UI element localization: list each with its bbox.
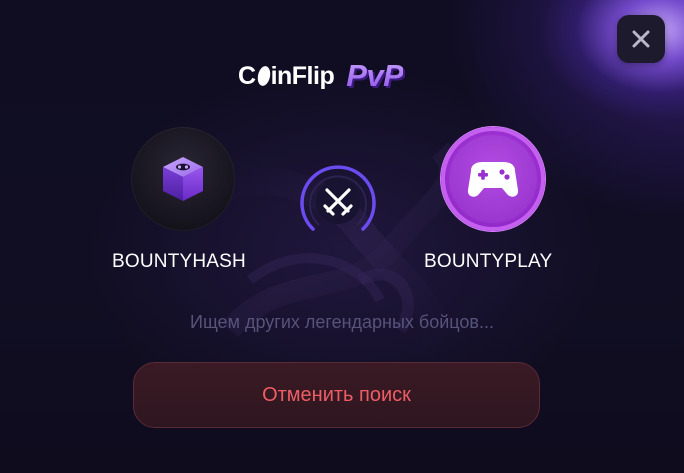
close-icon — [632, 30, 650, 48]
close-button[interactable] — [617, 15, 665, 63]
logo-wordmark: C inFlip — [238, 61, 335, 91]
logo-pvp-badge: PvP — [346, 58, 404, 93]
logo-text-part-1: C — [238, 61, 256, 90]
cube-icon — [163, 157, 203, 201]
crossed-swords-icon — [300, 165, 376, 231]
player-avatar-left — [131, 127, 235, 231]
player-name-right: BOUNTYPLAY — [424, 251, 553, 272]
player-name-left: BOUNTYHASH — [112, 251, 246, 272]
coinflip-pvp-logo: C inFlip PvP — [238, 57, 404, 95]
matchmaking-modal: C inFlip PvP BOUNTYHASH BOUNTYPLAY Ищем … — [0, 0, 684, 473]
coin-icon — [255, 64, 272, 88]
logo-text-part-2: inFlip — [270, 61, 335, 90]
player-avatar-right — [441, 127, 545, 231]
gamepad-icon — [467, 162, 519, 197]
searching-status-text: Ищем других легендарных бойцов... — [190, 312, 494, 332]
cancel-search-button[interactable]: Отменить поиск — [133, 362, 540, 428]
